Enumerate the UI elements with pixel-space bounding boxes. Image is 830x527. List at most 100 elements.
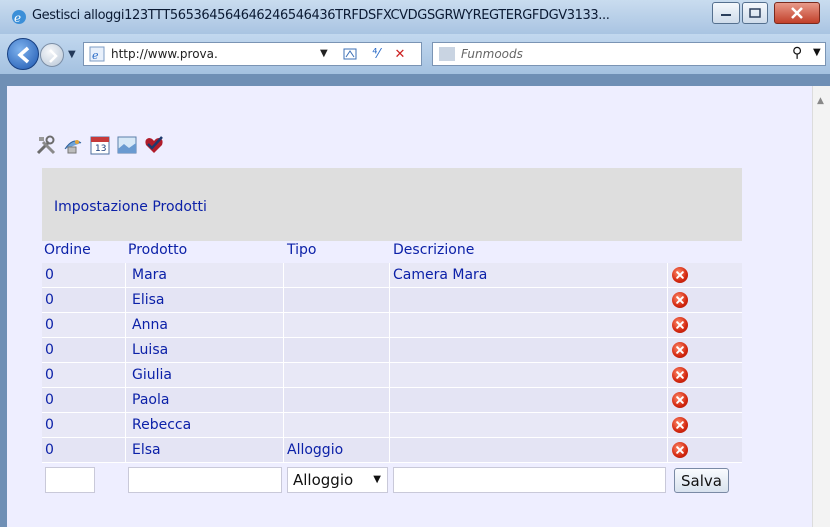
minimize-button[interactable] <box>712 2 740 24</box>
svg-text:13: 13 <box>95 144 106 154</box>
ordine-cell: 0 <box>42 438 126 463</box>
delete-icon[interactable] <box>672 292 688 308</box>
table-row: 0 Luisa <box>42 338 742 363</box>
delete-icon[interactable] <box>672 342 688 358</box>
panel-title: Impostazione Prodotti <box>54 199 207 215</box>
prodotto-link[interactable]: Luisa <box>126 338 284 363</box>
delete-icon[interactable] <box>672 442 688 458</box>
prodotto-link[interactable]: Anna <box>126 313 284 338</box>
prodotto-link[interactable]: Elisa <box>126 288 284 313</box>
ordine-cell: 0 <box>42 338 126 363</box>
descrizione-cell <box>390 413 668 438</box>
descrizione-cell <box>390 313 668 338</box>
table-row: 0 Giulia <box>42 363 742 388</box>
delete-icon[interactable] <box>672 417 688 433</box>
search-dropdown-icon[interactable]: ▼ <box>813 47 821 58</box>
descrizione-cell <box>390 288 668 313</box>
search-provider-icon <box>439 47 455 61</box>
history-dropdown-icon[interactable]: ▼ <box>68 49 76 60</box>
ordine-cell: 0 <box>42 313 126 338</box>
table-row: 0 Mara Camera Mara <box>42 263 742 288</box>
delete-cell <box>668 263 742 288</box>
arrow-left-icon <box>17 46 30 64</box>
descrizione-cell <box>390 363 668 388</box>
prodotto-link[interactable]: Giulia <box>126 363 284 388</box>
save-button[interactable]: Salva <box>674 468 729 493</box>
column-header-tipo: Tipo <box>287 242 317 258</box>
delete-icon[interactable] <box>672 267 688 283</box>
ie-logo-icon: e <box>12 10 26 25</box>
table-row: 0 Anna <box>42 313 742 338</box>
close-button[interactable] <box>774 2 820 24</box>
vertical-scrollbar[interactable]: ▲ <box>812 86 830 527</box>
refresh-icon[interactable]: ⁴⁄ <box>366 45 386 63</box>
arrow-right-icon <box>49 49 58 63</box>
tipo-cell <box>284 263 390 288</box>
delete-icon[interactable] <box>672 392 688 408</box>
tipo-cell <box>284 413 390 438</box>
maximize-button[interactable] <box>742 2 768 24</box>
tipo-cell <box>284 338 390 363</box>
column-header-prodotto: Prodotto <box>128 242 188 258</box>
tipo-cell <box>284 313 390 338</box>
chevron-down-icon: ▼ <box>373 474 381 485</box>
address-text[interactable]: http://www.prova. <box>111 47 241 61</box>
table-row: 0 Elisa <box>42 288 742 313</box>
delete-icon[interactable] <box>672 367 688 383</box>
ordine-cell: 0 <box>42 288 126 313</box>
ordine-cell: 0 <box>42 363 126 388</box>
address-bar[interactable]: e http://www.prova. ▼ ⁴⁄ ✕ <box>83 42 422 66</box>
prodotto-link[interactable]: Mara <box>126 263 284 288</box>
delete-icon[interactable] <box>672 317 688 333</box>
new-product-form: Alloggio ▼ Salva <box>42 464 742 494</box>
descrizione-input[interactable] <box>393 467 666 493</box>
scroll-up-icon[interactable]: ▲ <box>817 96 824 106</box>
page-icon: e <box>89 46 105 62</box>
prodotto-link[interactable]: Elsa <box>126 438 284 463</box>
ordine-cell: 0 <box>42 413 126 438</box>
calendar-icon[interactable]: 13 <box>89 134 111 156</box>
close-icon <box>791 7 803 19</box>
tipo-cell <box>284 363 390 388</box>
search-box[interactable]: Funmoods ⚲ ▼ <box>432 42 826 66</box>
tipo-cell: Alloggio <box>284 438 390 463</box>
descrizione-cell <box>390 438 668 463</box>
page-content: 13 Impostazione Prodotti Ordine Prodotto… <box>7 86 812 527</box>
delete-cell <box>668 288 742 313</box>
prodotto-link[interactable]: Rebecca <box>126 413 284 438</box>
back-button[interactable] <box>7 38 39 70</box>
forward-button[interactable] <box>40 43 64 67</box>
tipo-select[interactable]: Alloggio ▼ <box>287 467 388 493</box>
descrizione-cell <box>390 338 668 363</box>
stop-icon[interactable]: ✕ <box>390 45 410 63</box>
delete-cell <box>668 363 742 388</box>
delete-cell <box>668 388 742 413</box>
search-input[interactable]: Funmoods <box>461 47 523 61</box>
address-dropdown-icon[interactable]: ▼ <box>320 48 328 59</box>
search-icon[interactable]: ⚲ <box>792 45 802 61</box>
table-row: 0 Elsa Alloggio <box>42 438 742 463</box>
ordine-input[interactable] <box>45 467 95 493</box>
compatibility-view-icon[interactable] <box>340 45 360 63</box>
minimize-icon <box>721 14 731 16</box>
image-icon[interactable] <box>116 134 138 156</box>
prodotto-input[interactable] <box>128 467 282 493</box>
satellite-icon[interactable] <box>62 134 84 156</box>
column-header-ordine: Ordine <box>44 242 91 258</box>
browser-navbar: ▼ e http://www.prova. ▼ ⁴⁄ ✕ Funmoods ⚲ … <box>0 34 830 74</box>
ordine-cell: 0 <box>42 388 126 413</box>
tipo-cell <box>284 288 390 313</box>
maximize-icon <box>749 8 761 18</box>
prodotto-link[interactable]: Paola <box>126 388 284 413</box>
delete-cell <box>668 413 742 438</box>
svg-text:e: e <box>14 11 21 25</box>
descrizione-cell <box>390 388 668 413</box>
tipo-select-value: Alloggio <box>293 471 354 489</box>
column-header-descrizione: Descrizione <box>393 242 475 258</box>
delete-cell <box>668 338 742 363</box>
tools-icon[interactable] <box>35 134 57 156</box>
heart-check-icon[interactable] <box>143 134 165 156</box>
window-title: Gestisci alloggi123TTT565364564646246546… <box>32 8 610 23</box>
delete-cell <box>668 313 742 338</box>
tipo-cell <box>284 388 390 413</box>
